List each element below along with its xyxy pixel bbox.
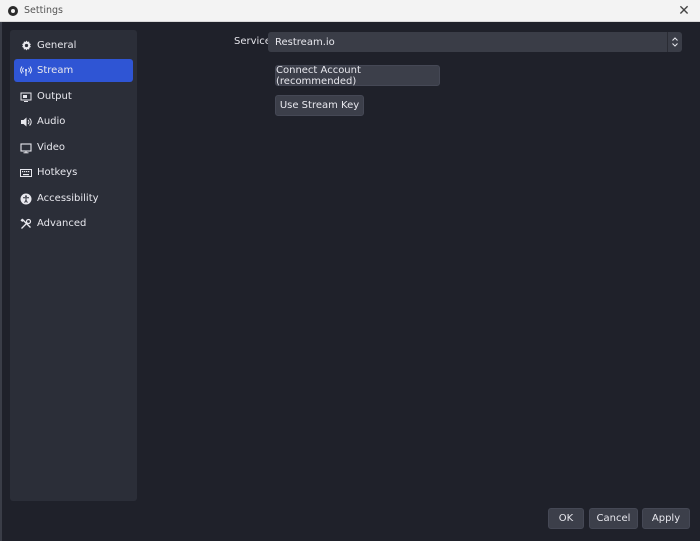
ok-button[interactable]: OK [548, 508, 584, 529]
sidebar-item-label: Advanced [37, 218, 87, 229]
speaker-icon [20, 116, 32, 128]
use-stream-key-button[interactable]: Use Stream Key [275, 95, 364, 116]
sidebar-item-stream[interactable]: Stream [14, 59, 133, 82]
sidebar-item-label: Stream [37, 65, 74, 76]
sidebar-item-advanced[interactable]: Advanced [14, 212, 133, 235]
service-select[interactable]: Restream.io [268, 32, 682, 52]
sidebar-item-video[interactable]: Video [14, 136, 133, 159]
output-monitor-icon [20, 91, 32, 103]
sidebar-item-label: Audio [37, 116, 66, 127]
service-select-value: Restream.io [275, 36, 335, 48]
sidebar-item-output[interactable]: Output [14, 85, 133, 108]
title-bar: Settings ✕ [0, 0, 700, 22]
sidebar-item-accessibility[interactable]: Accessibility [14, 187, 133, 210]
antenna-icon [20, 65, 32, 77]
service-label: Service [234, 36, 271, 47]
sidebar-item-label: Hotkeys [37, 167, 78, 178]
connect-account-button[interactable]: Connect Account (recommended) [275, 65, 440, 87]
close-button[interactable]: ✕ [676, 3, 692, 19]
sidebar-item-label: General [37, 40, 77, 51]
sidebar-item-label: Video [37, 142, 66, 153]
gear-icon [20, 40, 32, 52]
monitor-icon [20, 142, 32, 154]
window-title: Settings [24, 5, 63, 16]
keyboard-icon [20, 167, 32, 179]
sidebar-item-general[interactable]: General [14, 34, 133, 57]
settings-sidebar: General Stream Output Audio Video Hotkey… [10, 30, 137, 501]
sidebar-item-hotkeys[interactable]: Hotkeys [14, 161, 133, 184]
window-edge [0, 22, 2, 541]
obs-logo-icon [8, 5, 18, 16]
sidebar-item-label: Output [37, 91, 72, 102]
accessibility-icon [20, 193, 32, 205]
tools-icon [20, 217, 32, 230]
apply-button[interactable]: Apply [642, 508, 690, 529]
cancel-button[interactable]: Cancel [589, 508, 638, 529]
sidebar-item-audio[interactable]: Audio [14, 110, 133, 133]
sidebar-item-label: Accessibility [37, 193, 99, 204]
chevron-up-down-icon [667, 32, 682, 52]
